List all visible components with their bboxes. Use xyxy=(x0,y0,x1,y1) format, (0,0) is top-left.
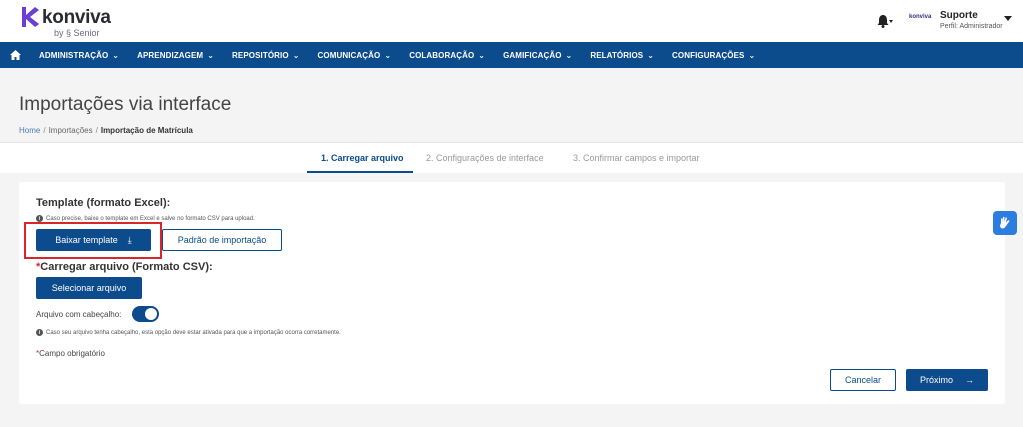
template-info-text: Caso precise, baixe o template em Excel … xyxy=(46,215,255,222)
nav-label: RELATÓRIOS xyxy=(590,50,644,60)
nav-item-colaboracao[interactable]: COLABORAÇÃO ⌄ xyxy=(400,42,494,68)
nav-item-relatorios[interactable]: RELATÓRIOS ⌄ xyxy=(581,42,663,68)
accessibility-button[interactable] xyxy=(993,211,1017,235)
download-icon: ⤓ xyxy=(127,234,132,245)
nav-home[interactable] xyxy=(0,42,30,68)
brand-name: konviva xyxy=(42,7,111,28)
chevron-down-icon: ⌄ xyxy=(292,50,300,60)
nav-item-repositorio[interactable]: REPOSITÓRIO ⌄ xyxy=(223,42,308,68)
import-pattern-label: Padrão de importação xyxy=(177,235,267,245)
nav-label: COLABORAÇÃO xyxy=(409,50,475,60)
nav-label: ADMINISTRAÇÃO xyxy=(39,50,109,60)
step-3-confirmar[interactable]: 3. Confirmar campos e importar xyxy=(573,153,700,163)
active-step-indicator xyxy=(307,171,413,173)
nav-item-aprendizagem[interactable]: APRENDIZAGEM ⌄ xyxy=(128,42,223,68)
user-org-logo: konviva xyxy=(909,14,932,20)
chevron-down-icon: ⌄ xyxy=(384,50,392,60)
step-2-configuracoes[interactable]: 2. Configurações de interface xyxy=(426,153,544,163)
chevron-down-icon: ⌄ xyxy=(647,50,655,60)
required-field-note: *Campo obrigatório xyxy=(36,349,105,358)
select-file-button[interactable]: Selecionar arquivo xyxy=(36,277,142,299)
chevron-down-icon: ⌄ xyxy=(112,50,120,60)
download-template-button[interactable]: Baixar template ⤓ xyxy=(36,229,151,251)
info-icon: i xyxy=(36,215,43,222)
step-1-carregar-arquivo[interactable]: 1. Carregar arquivo xyxy=(321,153,404,163)
chevron-down-icon: ⌄ xyxy=(207,50,215,60)
nav-item-gamificacao[interactable]: GAMIFICAÇÃO ⌄ xyxy=(494,42,581,68)
breadcrumb-separator: / xyxy=(95,126,98,135)
upload-card: Template (formato Excel): i Caso precise… xyxy=(19,182,1005,404)
konviva-logo-icon xyxy=(22,7,39,27)
home-icon xyxy=(9,50,21,60)
template-section-title: Template (formato Excel): xyxy=(36,197,171,209)
nav-label: CONFIGURAÇÕES xyxy=(672,50,745,60)
step-tabs: 1. Carregar arquivo 2. Configurações de … xyxy=(0,142,1023,173)
required-field-text: Campo obrigatório xyxy=(39,349,105,358)
breadcrumb-home[interactable]: Home xyxy=(19,126,40,135)
konviva-logo[interactable]: konviva by § Senior xyxy=(20,4,150,38)
user-menu-caret-icon[interactable] xyxy=(1004,16,1012,21)
toggle-knob xyxy=(145,308,157,320)
nav-label: GAMIFICAÇÃO xyxy=(503,50,562,60)
header-info: i Caso seu arquivo tenha cabeçalho, esta… xyxy=(36,329,341,336)
chevron-down-icon: ⌄ xyxy=(478,50,486,60)
chevron-down-icon: ⌄ xyxy=(565,50,573,60)
download-template-label: Baixar template xyxy=(55,235,118,245)
info-icon: i xyxy=(36,329,43,336)
header-toggle[interactable] xyxy=(132,306,159,322)
hand-sign-icon xyxy=(1000,216,1010,229)
upload-section-title-text: Carregar arquivo (Formato CSV): xyxy=(40,261,213,273)
breadcrumb-separator: / xyxy=(43,126,46,135)
nav-label: COMUNICAÇÃO xyxy=(317,50,381,60)
breadcrumb-current: Importação de Matrícula xyxy=(100,126,193,135)
header-toggle-label: Arquivo com cabeçalho: xyxy=(36,310,122,319)
nav-label: APRENDIZAGEM xyxy=(137,50,204,60)
user-name[interactable]: Suporte xyxy=(940,10,978,21)
upload-section-title: *Carregar arquivo (Formato CSV): xyxy=(36,261,213,273)
arrow-right-icon: → xyxy=(965,375,974,385)
nav-label: REPOSITÓRIO xyxy=(232,50,289,60)
cancel-button[interactable]: Cancelar xyxy=(830,369,896,391)
cancel-label: Cancelar xyxy=(844,375,882,385)
chevron-down-icon: ⌄ xyxy=(748,50,756,60)
nav-item-administracao[interactable]: ADMINISTRAÇÃO ⌄ xyxy=(30,42,128,68)
nav-item-configuracoes[interactable]: CONFIGURAÇÕES ⌄ xyxy=(663,42,764,68)
nav-item-comunicacao[interactable]: COMUNICAÇÃO ⌄ xyxy=(309,42,401,68)
import-pattern-button[interactable]: Padrão de importação xyxy=(162,229,282,251)
next-button[interactable]: Próximo → xyxy=(906,369,988,391)
next-label: Próximo xyxy=(919,375,953,385)
brand-sub: by § Senior xyxy=(54,28,100,38)
breadcrumb-importacoes[interactable]: Importações xyxy=(49,126,93,135)
template-info: i Caso precise, baixe o template em Exce… xyxy=(36,215,255,222)
user-role: Perfil: Administrador xyxy=(940,23,1003,30)
top-header: konviva by § Senior konviva Suporte Perf… xyxy=(0,0,1023,42)
main-nav: ADMINISTRAÇÃO ⌄ APRENDIZAGEM ⌄ REPOSITÓRIO… xyxy=(0,42,1023,68)
bell-icon[interactable] xyxy=(877,14,893,28)
breadcrumb: Home / Importações / Importação de Matrícula xyxy=(19,126,193,135)
header-info-text: Caso seu arquivo tenha cabeçalho, esta o… xyxy=(46,329,341,336)
page-title: Importações via interface xyxy=(19,94,232,115)
select-file-label: Selecionar arquivo xyxy=(51,283,127,293)
